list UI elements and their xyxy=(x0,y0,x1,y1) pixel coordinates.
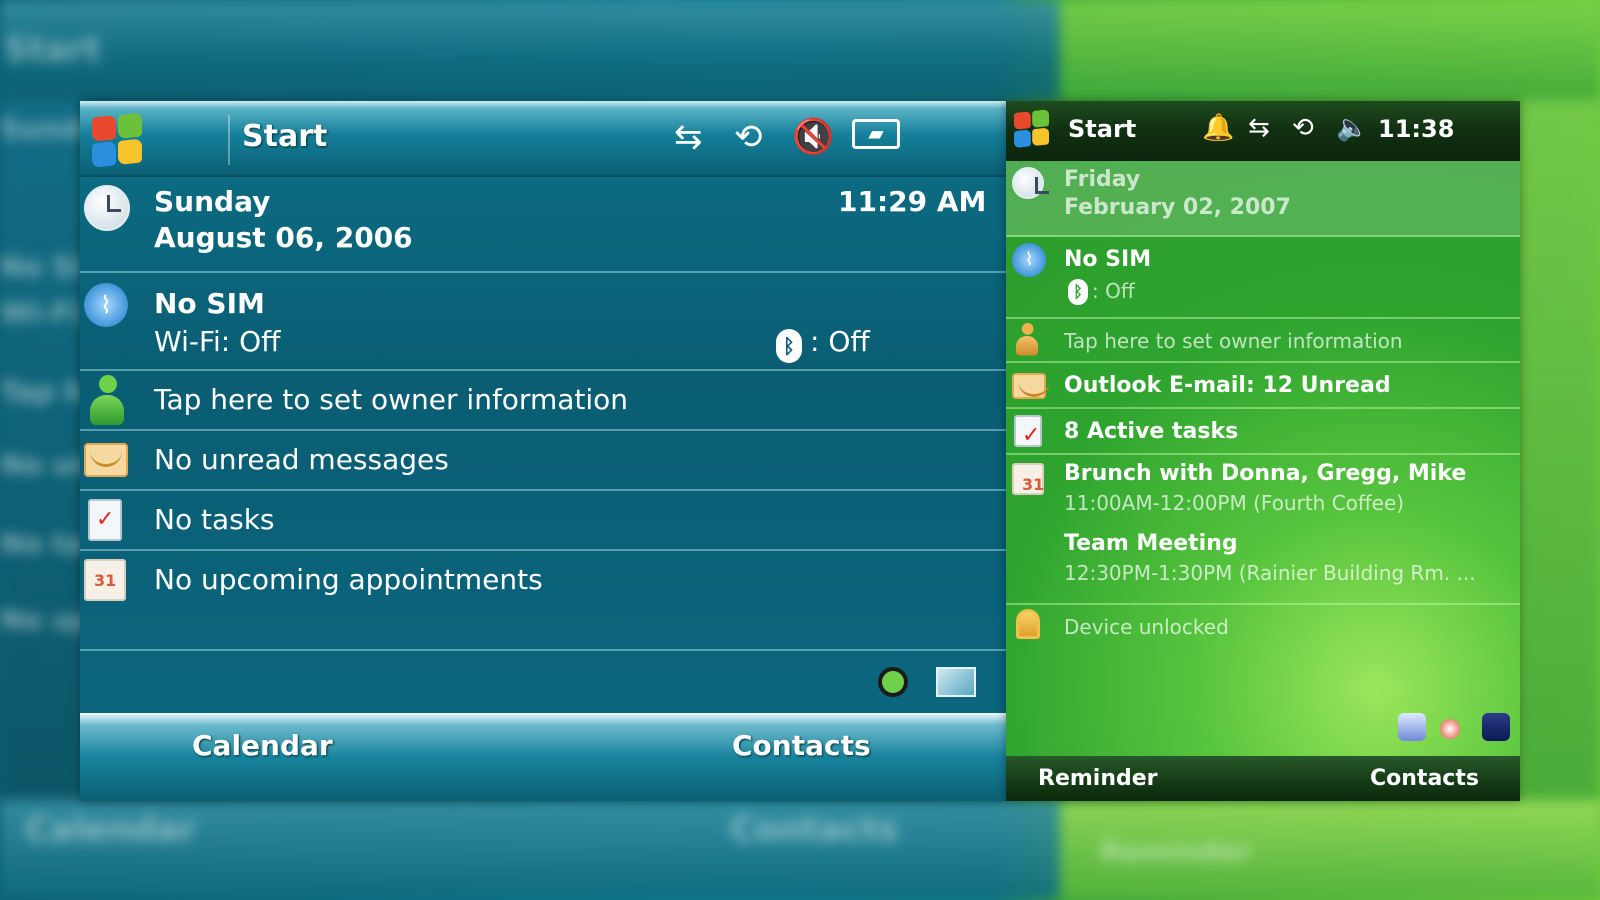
tasks-row[interactable]: No tasks xyxy=(80,491,1006,551)
envelope-icon xyxy=(84,443,128,477)
windows-flag-icon[interactable] xyxy=(92,112,144,169)
date-label: August 06, 2006 xyxy=(154,221,413,254)
email-label: Outlook E-mail: 12 Unread xyxy=(1064,373,1391,398)
bluetooth-status: : Off xyxy=(810,325,870,358)
bg-right-strip xyxy=(1520,100,1600,800)
appointments-label: No upcoming appointments xyxy=(154,563,543,596)
bg-fragment: Tap h xyxy=(0,375,85,408)
day-label: Sunday xyxy=(154,185,271,218)
connectivity-icon[interactable]: ⇆ xyxy=(1248,113,1270,143)
date-row[interactable]: Friday February 02, 2007 xyxy=(1006,161,1520,237)
appointment-detail: 11:00AM-12:00PM (Fourth Coffee) xyxy=(1064,491,1405,515)
bluetooth-status: : Off xyxy=(1092,279,1135,303)
bg-start-label: Start xyxy=(4,30,101,70)
tasks-icon xyxy=(88,499,122,541)
windows-flag-icon[interactable] xyxy=(1014,109,1049,148)
bg-contacts-label: Contacts xyxy=(730,810,899,850)
input-panel-icon[interactable] xyxy=(936,667,976,697)
title-bar: Start ⇆ ⟲ 🔇 ▰ xyxy=(80,101,1006,177)
start-menu-label[interactable]: Start xyxy=(242,119,327,154)
sync-icon[interactable]: ⟲ xyxy=(1292,113,1314,143)
messages-row[interactable]: No unread messages xyxy=(80,431,1006,491)
lock-status: Device unlocked xyxy=(1064,615,1229,639)
owner-icon xyxy=(90,375,124,427)
green-today-screen: Start 🔔 ⇆ ⟲ 🔈 11:38 Friday February 02, … xyxy=(1006,101,1520,801)
wifi-toggle-icon[interactable] xyxy=(878,667,908,697)
bg-fragment: No up xyxy=(0,603,93,636)
keyboard-icon[interactable] xyxy=(1482,713,1510,741)
tasks-label: No tasks xyxy=(154,503,275,536)
softkey-bar: Calendar Contacts xyxy=(80,713,1006,801)
bg-fragment: No un xyxy=(0,448,93,481)
lock-row[interactable]: Device unlocked xyxy=(1006,605,1520,651)
email-row[interactable]: Outlook E-mail: 12 Unread xyxy=(1006,363,1520,409)
day-label: Friday xyxy=(1064,167,1141,192)
bluetooth-icon: ᛒ xyxy=(1068,279,1088,305)
volume-icon[interactable]: 🔈 xyxy=(1336,113,1368,143)
calendar-icon xyxy=(84,559,126,601)
softkey-reminder[interactable]: Reminder xyxy=(1038,766,1158,791)
clock-icon xyxy=(84,185,130,231)
clock-label[interactable]: 11:38 xyxy=(1378,115,1454,143)
owner-info-row[interactable]: Tap here to set owner information xyxy=(80,371,1006,431)
appointment-detail: 12:30PM-1:30PM (Rainier Building Rm. ... xyxy=(1064,561,1476,585)
date-time-row[interactable]: Sunday August 06, 2006 11:29 AM xyxy=(80,177,1006,273)
antenna-icon: ⌇ xyxy=(1012,243,1046,277)
time-label: 11:29 AM xyxy=(838,185,987,218)
softkey-bar: Reminder Contacts xyxy=(1006,756,1520,801)
softkey-calendar[interactable]: Calendar xyxy=(192,729,333,762)
owner-info-label: Tap here to set owner information xyxy=(154,383,629,416)
bg-top-bar-green xyxy=(1060,0,1600,100)
bg-calendar-label: Calendar xyxy=(25,810,196,850)
appointments-row[interactable]: Brunch with Donna, Gregg, Mike 11:00AM-1… xyxy=(1006,455,1520,605)
battery-icon[interactable]: ▰ xyxy=(852,119,900,149)
owner-icon xyxy=(1016,323,1039,357)
notification-bell-icon[interactable]: 🔔 xyxy=(1202,113,1234,143)
appointment-title: Brunch with Donna, Gregg, Mike xyxy=(1064,461,1467,486)
tasks-row[interactable]: 8 Active tasks xyxy=(1006,409,1520,455)
antenna-icon: ⌇ xyxy=(84,283,128,327)
owner-info-label: Tap here to set owner information xyxy=(1064,329,1403,353)
softkey-contacts[interactable]: Contacts xyxy=(1370,766,1479,791)
tasks-label: 8 Active tasks xyxy=(1064,419,1239,444)
bg-fragment: No SI xyxy=(0,250,84,283)
volume-muted-icon[interactable]: 🔇 xyxy=(792,117,834,157)
sim-status: No SIM xyxy=(154,287,265,320)
sync-icon[interactable]: ⟲ xyxy=(734,117,763,157)
bg-fragment: Wi-Fi xyxy=(0,296,81,329)
title-bar: Start 🔔 ⇆ ⟲ 🔈 11:38 xyxy=(1006,101,1520,161)
padlock-icon xyxy=(1016,609,1040,639)
wifi-status: Wi-Fi: Off xyxy=(154,325,281,358)
bg-fragment: No ta xyxy=(0,527,85,560)
owner-info-row[interactable]: Tap here to set owner information xyxy=(1006,319,1520,363)
messages-label: No unread messages xyxy=(154,443,449,476)
tasks-icon xyxy=(1014,415,1042,448)
appointment-title: Team Meeting xyxy=(1064,531,1238,556)
clock-icon xyxy=(1012,167,1049,199)
connectivity-icon[interactable]: ⇆ xyxy=(674,117,703,157)
wifi-toggle-icon[interactable] xyxy=(1440,719,1460,739)
appointments-row[interactable]: No upcoming appointments xyxy=(80,551,1006,651)
bg-reminder-label: Reminder xyxy=(1100,835,1253,868)
bluetooth-icon: ᛒ xyxy=(776,329,802,363)
sim-status: No SIM xyxy=(1064,247,1152,272)
blue-today-screen: Start ⇆ ⟲ 🔇 ▰ Sunday August 06, 2006 11:… xyxy=(80,101,1006,801)
calendar-icon xyxy=(1012,463,1044,495)
wireless-row[interactable]: ⌇ No SIM ᛒ : Off xyxy=(1006,237,1520,319)
envelope-icon xyxy=(1012,373,1050,399)
softkey-contacts[interactable]: Contacts xyxy=(732,729,871,762)
date-label: February 02, 2007 xyxy=(1064,195,1291,220)
start-menu-label[interactable]: Start xyxy=(1068,115,1136,143)
wireless-row[interactable]: ⌇ No SIM Wi-Fi: Off ᛒ : Off xyxy=(80,273,1006,371)
input-panel-icon[interactable] xyxy=(1398,713,1426,741)
